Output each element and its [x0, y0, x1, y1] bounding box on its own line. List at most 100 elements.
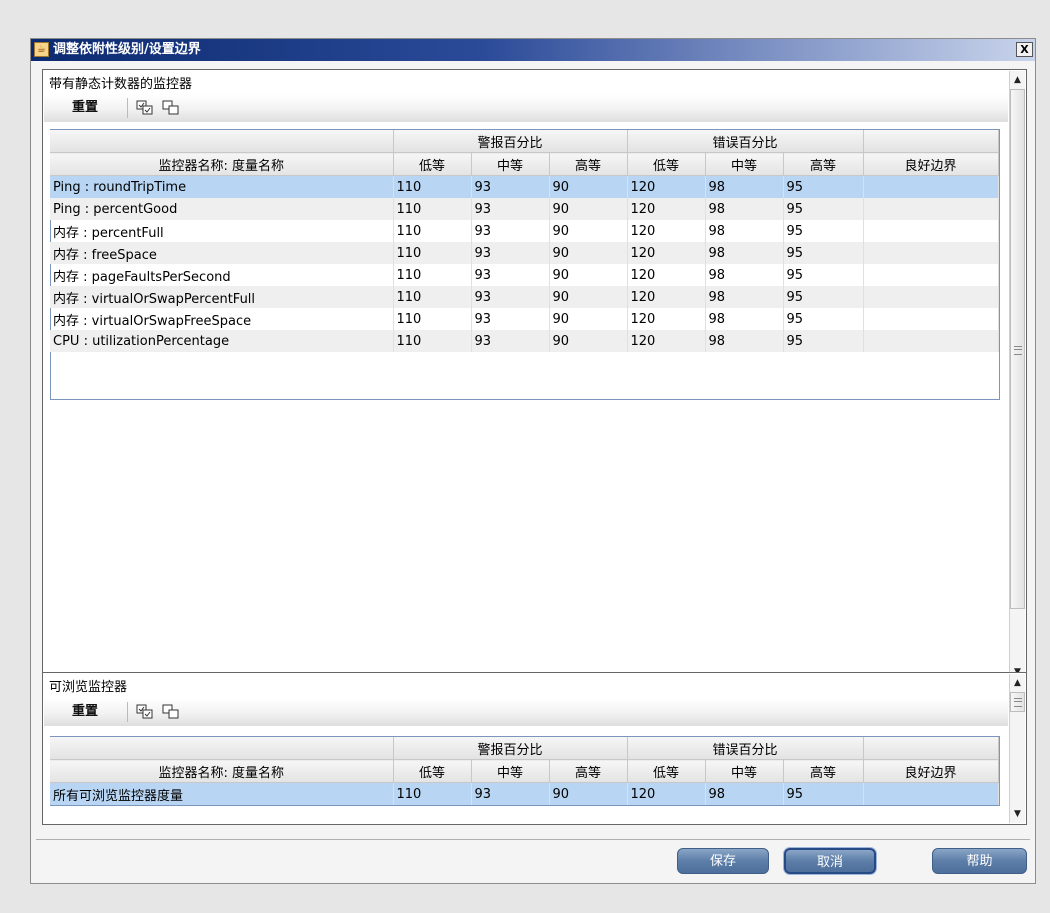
- cell-alarm-low[interactable]: 110: [393, 782, 472, 805]
- cell-error-mid[interactable]: 98: [705, 286, 784, 308]
- table-row[interactable]: Ping : percentGood 110 93 90 120 98 95: [50, 198, 999, 220]
- cell-error-high[interactable]: 95: [783, 782, 864, 805]
- table-row[interactable]: CPU : utilizationPercentage 110 93 90 12…: [50, 330, 999, 352]
- cell-alarm-mid[interactable]: 93: [471, 330, 550, 352]
- cell-alarm-mid[interactable]: 93: [471, 286, 550, 308]
- cell-error-low[interactable]: 120: [627, 175, 706, 198]
- cell-name[interactable]: 内存 : virtualOrSwapPercentFull: [50, 286, 394, 308]
- column-header-good-boundary[interactable]: 良好边界: [863, 152, 999, 176]
- cell-alarm-low[interactable]: 110: [393, 330, 472, 352]
- cell-error-low[interactable]: 120: [627, 220, 706, 242]
- cell-name[interactable]: Ping : percentGood: [50, 198, 394, 220]
- cell-alarm-high[interactable]: 90: [549, 782, 628, 805]
- cell-error-high[interactable]: 95: [783, 242, 864, 264]
- cell-error-low[interactable]: 120: [627, 286, 706, 308]
- scroll-down-arrow-icon[interactable]: ▼: [1010, 807, 1025, 821]
- cell-alarm-low[interactable]: 110: [393, 198, 472, 220]
- column-header-good-boundary[interactable]: 良好边界: [863, 759, 999, 783]
- cell-error-high[interactable]: 95: [783, 264, 864, 286]
- cell-name[interactable]: CPU : utilizationPercentage: [50, 330, 394, 352]
- cell-alarm-low[interactable]: 110: [393, 175, 472, 198]
- cell-error-mid[interactable]: 98: [705, 175, 784, 198]
- cell-error-high[interactable]: 95: [783, 286, 864, 308]
- cell-error-high[interactable]: 95: [783, 175, 864, 198]
- cell-alarm-high[interactable]: 90: [549, 198, 628, 220]
- column-header-alarm-low[interactable]: 低等: [393, 152, 472, 176]
- cell-good-boundary[interactable]: [863, 264, 999, 286]
- cell-error-high[interactable]: 95: [783, 198, 864, 220]
- cell-good-boundary[interactable]: [863, 198, 999, 220]
- reset-button[interactable]: 重置: [64, 698, 106, 726]
- select-all-icon[interactable]: [136, 704, 154, 720]
- cell-error-low[interactable]: 120: [627, 264, 706, 286]
- cell-alarm-high[interactable]: 90: [549, 242, 628, 264]
- cell-error-low[interactable]: 120: [627, 330, 706, 352]
- column-header-error-high[interactable]: 高等: [783, 759, 864, 783]
- cell-alarm-mid[interactable]: 93: [471, 198, 550, 220]
- cell-good-boundary[interactable]: [863, 308, 999, 330]
- cell-error-mid[interactable]: 98: [705, 264, 784, 286]
- cancel-button[interactable]: 取消: [784, 848, 876, 874]
- scrollbar-thumb[interactable]: [1010, 692, 1025, 712]
- cell-alarm-high[interactable]: 90: [549, 308, 628, 330]
- cell-alarm-low[interactable]: 110: [393, 286, 472, 308]
- close-button[interactable]: X: [1016, 42, 1033, 57]
- cell-error-mid[interactable]: 98: [705, 242, 784, 264]
- cell-alarm-high[interactable]: 90: [549, 330, 628, 352]
- clear-selection-icon[interactable]: [162, 100, 180, 116]
- cell-good-boundary[interactable]: [863, 782, 999, 805]
- cell-error-mid[interactable]: 98: [705, 220, 784, 242]
- reset-button[interactable]: 重置: [64, 94, 106, 122]
- static-vertical-scrollbar[interactable]: ▲ ▼: [1009, 71, 1025, 680]
- cell-error-high[interactable]: 95: [783, 308, 864, 330]
- cell-good-boundary[interactable]: [863, 242, 999, 264]
- cell-alarm-low[interactable]: 110: [393, 242, 472, 264]
- table-row[interactable]: 内存 : freeSpace 110 93 90 120 98 95: [50, 242, 999, 264]
- column-header-alarm-low[interactable]: 低等: [393, 759, 472, 783]
- cell-alarm-mid[interactable]: 93: [471, 308, 550, 330]
- table-row[interactable]: 内存 : percentFull 110 93 90 120 98 95: [50, 220, 999, 242]
- select-all-icon[interactable]: [136, 100, 154, 116]
- column-header-error-mid[interactable]: 中等: [705, 152, 784, 176]
- cell-alarm-mid[interactable]: 93: [471, 782, 550, 805]
- cell-error-high[interactable]: 95: [783, 330, 864, 352]
- cell-name[interactable]: 内存 : pageFaultsPerSecond: [50, 264, 394, 286]
- cell-alarm-high[interactable]: 90: [549, 264, 628, 286]
- cell-error-mid[interactable]: 98: [705, 308, 784, 330]
- table-row[interactable]: 所有可浏览监控器度量 110 93 90 120 98 95: [50, 782, 999, 805]
- cell-alarm-high[interactable]: 90: [549, 286, 628, 308]
- scrollbar-thumb[interactable]: [1010, 89, 1025, 609]
- scroll-up-arrow-icon[interactable]: ▲: [1010, 676, 1025, 690]
- clear-selection-icon[interactable]: [162, 704, 180, 720]
- cell-alarm-mid[interactable]: 93: [471, 242, 550, 264]
- cell-name[interactable]: 内存 : percentFull: [50, 220, 394, 242]
- cell-name[interactable]: 所有可浏览监控器度量: [50, 782, 394, 805]
- cell-name[interactable]: 内存 : freeSpace: [50, 242, 394, 264]
- cell-name[interactable]: 内存 : virtualOrSwapFreeSpace: [50, 308, 394, 330]
- cell-alarm-mid[interactable]: 93: [471, 175, 550, 198]
- table-row[interactable]: 内存 : pageFaultsPerSecond 110 93 90 120 9…: [50, 264, 999, 286]
- cell-alarm-mid[interactable]: 93: [471, 264, 550, 286]
- cell-error-mid[interactable]: 98: [705, 330, 784, 352]
- column-header-error-high[interactable]: 高等: [783, 152, 864, 176]
- cell-error-mid[interactable]: 98: [705, 782, 784, 805]
- cell-error-low[interactable]: 120: [627, 242, 706, 264]
- cell-good-boundary[interactable]: [863, 286, 999, 308]
- title-bar[interactable]: ☕ 调整依附性级别/设置边界 X: [31, 39, 1035, 61]
- cell-error-low[interactable]: 120: [627, 198, 706, 220]
- table-row[interactable]: 内存 : virtualOrSwapFreeSpace 110 93 90 12…: [50, 308, 999, 330]
- table-row[interactable]: Ping : roundTripTime 110 93 90 120 98 95: [50, 175, 999, 198]
- column-header-alarm-mid[interactable]: 中等: [471, 152, 550, 176]
- cell-good-boundary[interactable]: [863, 330, 999, 352]
- cell-error-mid[interactable]: 98: [705, 198, 784, 220]
- column-header-error-low[interactable]: 低等: [627, 152, 706, 176]
- cell-good-boundary[interactable]: [863, 220, 999, 242]
- column-header-error-low[interactable]: 低等: [627, 759, 706, 783]
- column-header-alarm-mid[interactable]: 中等: [471, 759, 550, 783]
- cell-alarm-low[interactable]: 110: [393, 308, 472, 330]
- cell-error-high[interactable]: 95: [783, 220, 864, 242]
- cell-alarm-high[interactable]: 90: [549, 220, 628, 242]
- cell-name[interactable]: Ping : roundTripTime: [50, 175, 394, 198]
- column-header-name[interactable]: 监控器名称: 度量名称: [50, 759, 394, 783]
- help-button[interactable]: 帮助: [932, 848, 1027, 874]
